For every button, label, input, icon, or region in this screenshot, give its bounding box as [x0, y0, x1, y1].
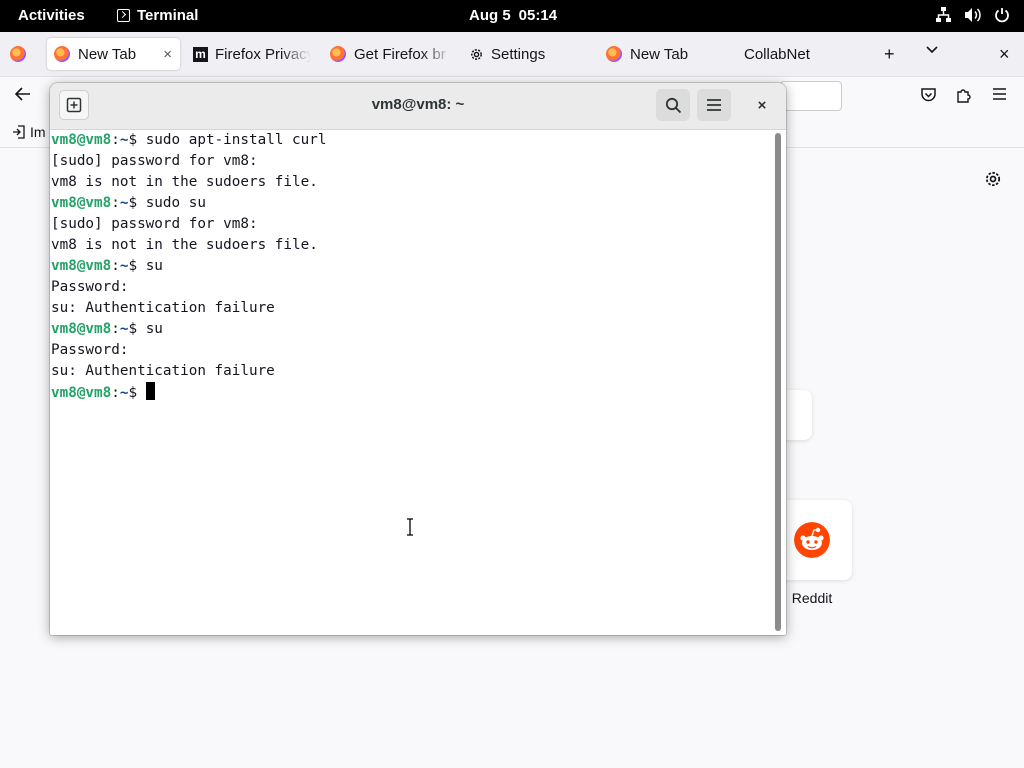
text-cursor-icon	[407, 518, 413, 536]
tab-label: New Tab	[78, 45, 137, 63]
reddit-icon	[794, 522, 830, 558]
terminal-output-line: Password:	[51, 342, 129, 358]
firefox-view-button[interactable]	[10, 38, 32, 70]
terminal-header-bar[interactable]: vm8@vm8: ~ ×	[50, 83, 786, 130]
terminal-output-line: su: Authentication failure	[51, 363, 275, 379]
clock[interactable]: Aug 5 05:14	[469, 7, 557, 24]
terminal-icon	[117, 9, 130, 22]
terminal-prompt-line: vm8@vm8:~$ sudo su	[51, 195, 206, 211]
hamburger-menu-icon	[707, 99, 721, 111]
firefox-icon	[54, 46, 70, 62]
terminal-command: su	[145, 258, 163, 274]
clock-date: Aug 5	[469, 7, 511, 24]
tab-firefox-privacy[interactable]: m Firefox Privacy	[193, 38, 311, 70]
chevron-down-icon	[926, 46, 938, 54]
terminal-output-line: Password:	[51, 279, 129, 295]
tab-collabnet[interactable]: CollabNet	[744, 38, 854, 70]
import-bookmarks-label: Im	[30, 124, 46, 140]
terminal-prompt-line: vm8@vm8:~$ su	[51, 321, 163, 337]
terminal-prompt-line: vm8@vm8:~$ su	[51, 258, 163, 274]
prompt-symbol: $	[128, 385, 146, 401]
mozilla-icon: m	[193, 46, 208, 62]
activities-button[interactable]: Activities	[18, 7, 85, 24]
gear-icon	[471, 48, 482, 60]
prompt-symbol: $	[128, 258, 146, 274]
terminal-command: sudo su	[145, 195, 206, 211]
terminal-command: sudo apt-install curl	[145, 132, 327, 148]
tab-label: Settings	[491, 45, 546, 63]
app-menu-label: Terminal	[137, 7, 199, 24]
terminal-screen[interactable]: vm8@vm8:~$ sudo apt-install curl [sudo] p…	[50, 130, 773, 635]
prompt-symbol: $	[128, 321, 146, 337]
prompt-user: vm8@vm8	[51, 321, 112, 337]
terminal-menu-button[interactable]	[697, 89, 731, 121]
prompt-user: vm8@vm8	[51, 195, 112, 211]
network-icon	[936, 7, 951, 22]
arrow-left-icon	[14, 87, 30, 101]
terminal-output-line: vm8 is not in the sudoers file.	[51, 174, 318, 190]
firefox-icon	[330, 46, 346, 62]
list-all-tabs-button[interactable]	[925, 42, 939, 58]
terminal-search-button[interactable]	[656, 89, 690, 121]
window-close-button[interactable]: ×	[999, 45, 1010, 63]
import-bookmarks-button[interactable]: Im	[12, 124, 46, 140]
browser-tab-strip: New Tab × m Firefox Privacy Get Firefox …	[0, 32, 1024, 77]
terminal-prompt-line: vm8@vm8:~$ sudo apt-install curl	[51, 132, 327, 148]
terminal-output-line: vm8 is not in the sudoers file.	[51, 237, 318, 253]
prompt-user: vm8@vm8	[51, 258, 112, 274]
tab-label: Firefox Privacy	[215, 45, 311, 63]
prompt-symbol: $	[128, 195, 146, 211]
terminal-prompt-line: vm8@vm8:~$	[51, 382, 773, 403]
terminal-window[interactable]: vm8@vm8: ~ × vm8@vm8:~$ sudo apt-install…	[50, 83, 786, 635]
back-button[interactable]	[14, 86, 32, 107]
import-icon	[13, 125, 25, 139]
tab-label: CollabNet	[744, 45, 810, 63]
terminal-output-line: su: Authentication failure	[51, 300, 275, 316]
firefox-icon	[606, 46, 622, 62]
terminal-cursor	[145, 382, 155, 400]
tab-new-tab-2[interactable]: New Tab	[606, 38, 716, 70]
url-bar[interactable]	[780, 81, 842, 111]
prompt-user: vm8@vm8	[51, 132, 112, 148]
power-icon	[995, 7, 1009, 22]
terminal-close-button[interactable]: ×	[750, 93, 774, 117]
prompt-user: vm8@vm8	[51, 385, 112, 401]
prompt-symbol: $	[128, 132, 146, 148]
clock-time: 05:14	[518, 7, 558, 24]
volume-icon	[965, 7, 981, 22]
terminal-output-line: [sudo] password for vm8:	[51, 216, 258, 232]
extensions-icon[interactable]	[956, 87, 972, 104]
tab-get-firefox[interactable]: Get Firefox br	[330, 38, 452, 70]
tab-close-button[interactable]: ×	[163, 46, 172, 63]
app-menu[interactable]: Terminal	[117, 7, 198, 24]
tab-settings[interactable]: Settings	[469, 38, 579, 70]
pocket-icon[interactable]	[920, 87, 937, 103]
scrollbar-thumb[interactable]	[775, 133, 781, 631]
gnome-top-bar: Activities Terminal Aug 5 05:14	[0, 0, 1024, 32]
tab-label: Get Firefox br	[354, 45, 446, 63]
tab-new-tab[interactable]: New Tab ×	[47, 38, 180, 70]
tab-label: New Tab	[630, 45, 689, 63]
search-icon	[665, 97, 681, 113]
terminal-output-line: [sudo] password for vm8:	[51, 153, 258, 169]
terminal-command: su	[145, 321, 163, 337]
menu-icon[interactable]	[992, 87, 1007, 101]
gear-icon[interactable]	[984, 170, 1002, 188]
firefox-icon	[10, 46, 26, 62]
system-tray[interactable]	[935, 6, 1010, 23]
new-tab-button[interactable]: +	[884, 45, 895, 63]
